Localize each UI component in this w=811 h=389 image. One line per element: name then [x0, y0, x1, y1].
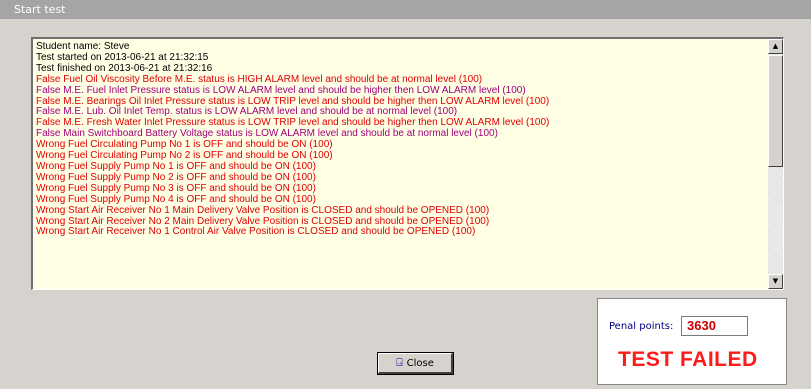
test-verdict: TEST FAILED — [618, 348, 758, 371]
penal-points-label: Penal points: — [609, 321, 674, 332]
test-log-lines: Student name: Steve Test started on 2013-… — [36, 42, 765, 289]
log-line: False Fuel Oil Viscosity Before M.E. sta… — [36, 73, 483, 85]
start-test-window: Start test Student name: Steve Test start… — [0, 0, 811, 389]
log-line: Wrong Fuel Supply Pump No 4 is OFF and s… — [36, 193, 316, 205]
close-button-label: Close — [406, 358, 434, 369]
close-button[interactable]: ⍈ Close — [377, 352, 454, 375]
arrow-down-icon[interactable]: ▼ — [768, 274, 783, 289]
log-line: Wrong Start Air Receiver No 1 Main Deliv… — [36, 204, 490, 216]
result-panel: Penal points: 3630 TEST FAILED — [597, 298, 787, 385]
log-line: Wrong Start Air Receiver No 1 Control Ai… — [36, 226, 476, 238]
penal-points-value: 3630 — [681, 316, 748, 336]
window-title: Start test — [0, 0, 811, 19]
log-line: False M.E. Fuel Inlet Pressure status is… — [36, 84, 526, 96]
log-scrollbar[interactable]: ▲ ▼ — [768, 39, 783, 289]
scrollbar-thumb[interactable] — [768, 55, 783, 167]
arrow-up-icon[interactable]: ▲ — [768, 39, 783, 54]
test-log-box[interactable]: Student name: Steve Test started on 2013-… — [31, 37, 784, 290]
exit-door-icon: ⍈ — [396, 356, 403, 369]
